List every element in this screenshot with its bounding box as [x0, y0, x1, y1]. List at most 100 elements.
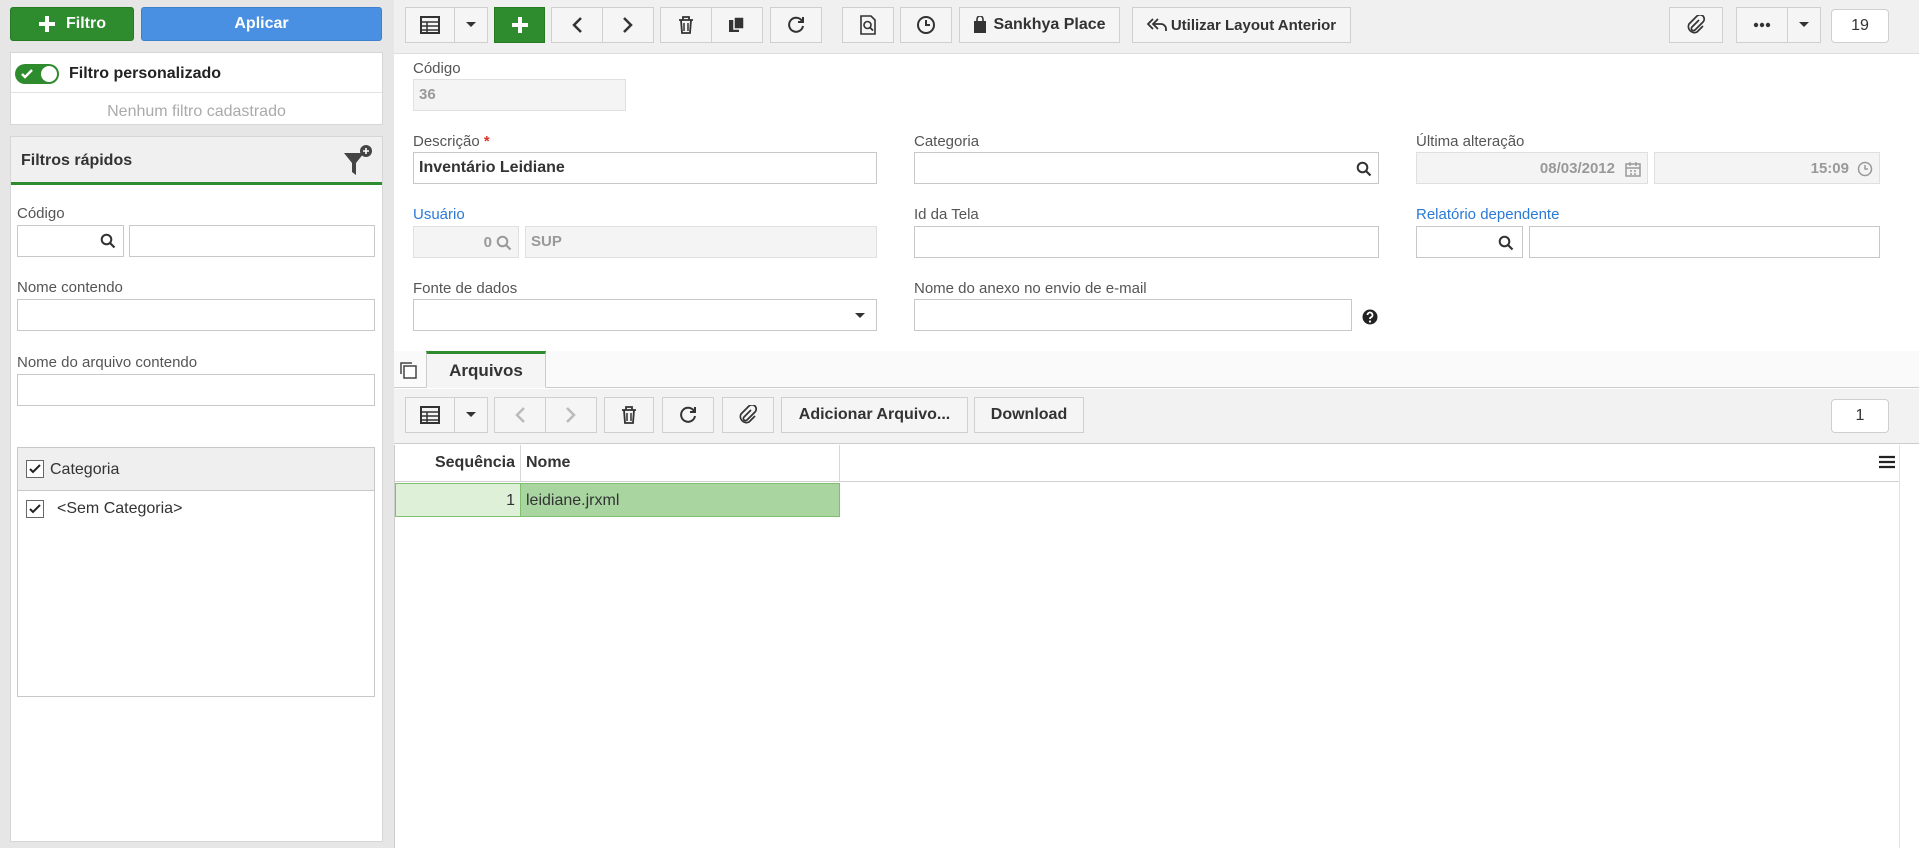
files-grid: Sequência Nome 1 leidiane.jrxml — [394, 445, 1900, 848]
clock-icon[interactable] — [1857, 161, 1873, 177]
main-toolbar: Sankhya Place Utilizar Layout Anterior 1… — [394, 0, 1919, 54]
filter-settings-icon[interactable] — [343, 143, 373, 177]
files-attachment-button[interactable] — [722, 397, 774, 433]
no-filter-text: Nenhum filtro cadastrado — [107, 103, 286, 120]
categoria-list: Categoria <Sem Categoria> — [17, 447, 375, 697]
tab-bar: Arquivos — [394, 351, 1919, 388]
main-area: Sankhya Place Utilizar Layout Anterior 1… — [394, 0, 1919, 848]
clock-icon — [916, 15, 936, 35]
view-dropdown-button[interactable] — [454, 7, 488, 43]
idtela-input[interactable] — [914, 226, 1379, 258]
history-button[interactable] — [900, 7, 952, 43]
files-view-dropdown-button[interactable] — [454, 397, 488, 433]
refresh-button[interactable] — [770, 7, 822, 43]
ultima-time-value: 15:09 — [1810, 160, 1849, 177]
quick-filters-header: Filtros rápidos — [11, 137, 382, 185]
tab-arquivos[interactable]: Arquivos — [426, 351, 546, 388]
trash-icon — [621, 406, 637, 424]
previous-button[interactable] — [551, 7, 603, 43]
relatorio-dependente-label[interactable]: Relatório dependente — [1416, 206, 1559, 223]
files-refresh-button[interactable] — [662, 397, 714, 433]
ultima-date-value: 08/03/2012 — [1539, 160, 1615, 177]
paperclip-icon — [1686, 15, 1706, 35]
usuario-code-value: 0 — [483, 234, 492, 251]
more-dropdown-button[interactable] — [1787, 7, 1821, 43]
search-icon[interactable] — [1498, 235, 1514, 251]
codigo-filter-input[interactable] — [17, 225, 124, 257]
sem-categoria-checkbox[interactable] — [26, 500, 44, 518]
idtela-label: Id da Tela — [914, 206, 979, 223]
custom-filter-toggle[interactable] — [15, 64, 59, 84]
files-next-button[interactable] — [545, 397, 597, 433]
attachment-button[interactable] — [1669, 7, 1723, 43]
list-item[interactable]: <Sem Categoria> — [18, 492, 374, 526]
cell-sequencia[interactable]: 1 — [395, 483, 521, 517]
utilizar-layout-anterior-button[interactable]: Utilizar Layout Anterior — [1132, 7, 1351, 43]
nome-filter-input[interactable] — [17, 299, 375, 331]
add-filter-label: Filtro — [66, 15, 106, 32]
files-count-badge: 1 — [1831, 399, 1889, 433]
caret-down-icon — [1798, 21, 1810, 29]
more-options-button[interactable] — [1736, 7, 1788, 43]
help-icon[interactable] — [1362, 309, 1378, 325]
plus-icon — [38, 15, 56, 33]
categoria-header-label: Categoria — [50, 461, 120, 478]
categoria-label: Categoria — [914, 133, 980, 150]
ultima-date-input[interactable]: 08/03/2012 — [1416, 152, 1648, 184]
relatorio-code-input[interactable] — [1416, 226, 1523, 258]
calendar-icon[interactable] — [1625, 161, 1641, 177]
col-sequencia[interactable]: Sequência — [395, 445, 521, 482]
chevron-right-icon — [622, 16, 634, 34]
anexo-label: Nome do anexo no envio de e-mail — [914, 280, 1147, 297]
caret-down-icon — [465, 21, 477, 29]
hamburger-menu-icon[interactable] — [1879, 455, 1895, 469]
adicionar-arquivo-button[interactable]: Adicionar Arquivo... — [781, 397, 968, 433]
categoria-input[interactable] — [914, 152, 1379, 184]
sem-categoria-label: <Sem Categoria> — [57, 500, 183, 517]
codigo-label: Código — [413, 60, 461, 77]
grid-view-button[interactable] — [405, 7, 455, 43]
relatorio-desc-input[interactable] — [1529, 226, 1880, 258]
codigo-filter-desc-input[interactable] — [129, 225, 375, 257]
sankhya-place-button[interactable]: Sankhya Place — [959, 7, 1120, 43]
cell-nome[interactable]: leidiane.jrxml — [521, 483, 840, 517]
record-count-badge: 19 — [1831, 9, 1889, 43]
add-filter-button[interactable]: Filtro — [10, 7, 134, 41]
search-icon[interactable] — [1356, 161, 1372, 177]
report-preview-button[interactable] — [842, 7, 894, 43]
search-icon[interactable] — [496, 235, 512, 251]
fonte-dados-select[interactable] — [413, 299, 877, 331]
apply-button[interactable]: Aplicar — [141, 7, 382, 41]
next-button[interactable] — [602, 7, 654, 43]
table-row[interactable]: 1 leidiane.jrxml — [395, 483, 840, 517]
trash-icon — [678, 16, 694, 34]
required-mark: * — [483, 133, 490, 150]
col-nome[interactable]: Nome — [521, 445, 840, 482]
quick-filters-title: Filtros rápidos — [21, 152, 133, 169]
categoria-all-checkbox[interactable] — [26, 460, 44, 478]
copy-window-icon[interactable] — [398, 360, 418, 380]
usuario-label[interactable]: Usuário — [413, 206, 465, 223]
anexo-input[interactable] — [914, 299, 1352, 331]
descricao-input[interactable]: Inventário Leidiane — [413, 152, 877, 184]
files-delete-button[interactable] — [604, 397, 654, 433]
download-button[interactable]: Download — [974, 397, 1084, 433]
duplicate-button[interactable] — [711, 7, 763, 43]
files-grid-view-button[interactable] — [405, 397, 455, 433]
files-previous-button[interactable] — [494, 397, 546, 433]
codigo-input[interactable]: 36 — [413, 79, 626, 111]
add-record-button[interactable] — [494, 7, 545, 43]
chevron-right-icon — [565, 406, 577, 424]
toggle-knob — [41, 66, 57, 82]
table-icon — [420, 406, 440, 424]
chevron-left-icon — [571, 16, 583, 34]
delete-button[interactable] — [660, 7, 712, 43]
descricao-label: Descrição * — [413, 133, 490, 150]
ultima-time-input[interactable]: 15:09 — [1654, 152, 1880, 184]
ultima-alteracao-label: Última alteração — [1416, 133, 1525, 150]
usuario-name-input[interactable]: SUP — [525, 226, 877, 258]
usuario-code-input[interactable]: 0 — [413, 226, 519, 258]
table-icon — [420, 16, 440, 34]
arquivo-filter-input[interactable] — [17, 374, 375, 406]
search-icon[interactable] — [100, 233, 116, 249]
